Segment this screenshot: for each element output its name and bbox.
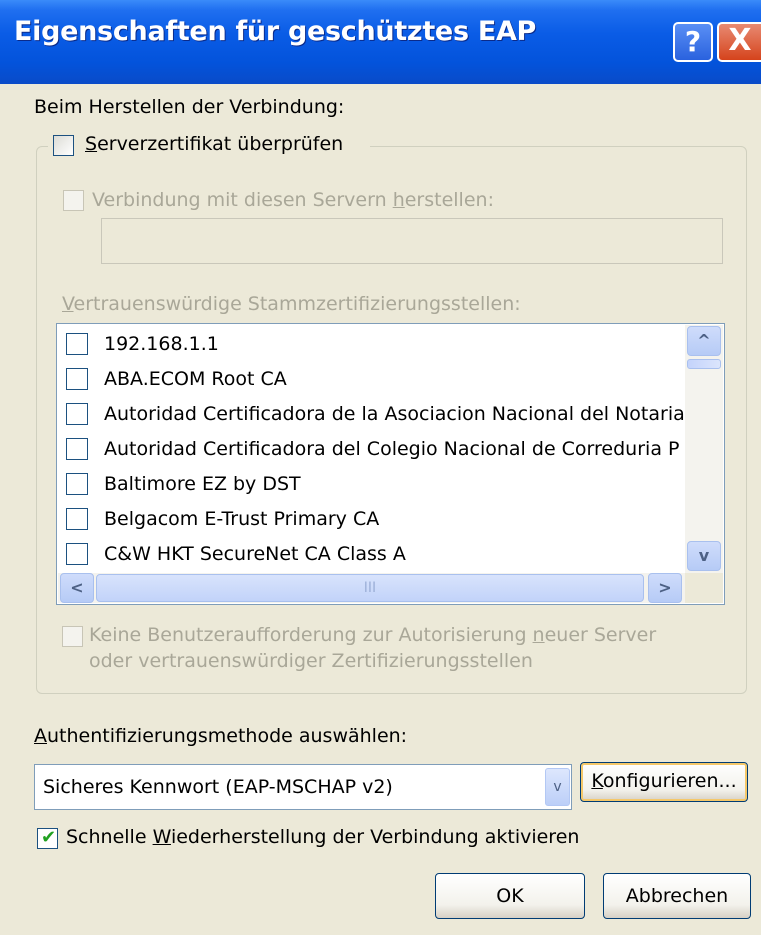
- chevron-down-icon: v: [553, 779, 562, 795]
- list-item-checkbox[interactable]: [66, 508, 88, 530]
- list-item[interactable]: Baltimore EZ by DST: [66, 469, 696, 501]
- fast-reconnect-label[interactable]: Schnelle Wiederherstellung der Verbindun…: [66, 826, 579, 848]
- window-title: Eigenschaften für geschütztes EAP: [14, 16, 537, 47]
- list-item[interactable]: 192.168.1.1: [66, 329, 696, 361]
- horizontal-scrollbar[interactable]: < III >: [58, 573, 685, 603]
- no-prompt-checkbox[interactable]: [62, 626, 83, 647]
- no-prompt-label-line2: oder vertrauenswürdiger Zertifizierungss…: [89, 650, 533, 672]
- list-item-checkbox[interactable]: [66, 368, 88, 390]
- fast-reconnect-checkbox[interactable]: ✔: [37, 827, 58, 849]
- horizontal-scroll-thumb[interactable]: III: [96, 574, 644, 602]
- cancel-button[interactable]: Abbrechen: [603, 873, 751, 919]
- connection-label: Beim Herstellen der Verbindung:: [34, 96, 345, 118]
- chevron-left-icon: <: [70, 578, 84, 597]
- checkmark-icon: ✔: [41, 827, 57, 848]
- list-item-checkbox[interactable]: [66, 438, 88, 460]
- connect-to-servers-label: Verbindung mit diesen Servern herstellen…: [92, 189, 494, 211]
- list-item-checkbox[interactable]: [66, 473, 88, 495]
- server-names-input[interactable]: [101, 218, 723, 264]
- no-prompt-label-line1: Keine Benutzeraufforderung zur Autorisie…: [89, 624, 657, 646]
- dropdown-button[interactable]: v: [545, 768, 570, 806]
- chevron-up-icon: ^: [697, 331, 711, 350]
- trusted-roots-label: Vertrauenswürdige Stammzertifizierungsst…: [62, 293, 521, 315]
- scroll-down-button[interactable]: v: [687, 541, 721, 571]
- connect-to-servers-checkbox[interactable]: [63, 190, 84, 211]
- scroll-right-button[interactable]: >: [648, 573, 682, 603]
- vertical-scrollbar[interactable]: ^ v: [685, 325, 723, 573]
- chevron-down-icon: v: [698, 546, 710, 565]
- list-item[interactable]: Belgacom E-Trust Primary CA: [66, 504, 696, 536]
- list-item-checkbox[interactable]: [66, 333, 88, 355]
- close-button[interactable]: X: [717, 22, 761, 62]
- vertical-scroll-thumb[interactable]: [687, 359, 721, 369]
- list-item[interactable]: Autoridad Certificadora de la Asociacion…: [66, 399, 696, 431]
- scroll-left-button[interactable]: <: [60, 573, 94, 603]
- verify-server-certificate-checkbox[interactable]: [53, 135, 74, 156]
- grip-icon: III: [363, 580, 377, 596]
- list-item[interactable]: Autoridad Certificadora del Colegio Naci…: [66, 434, 696, 466]
- scrollbar-corner: [685, 573, 723, 603]
- help-button[interactable]: ?: [673, 22, 713, 62]
- eap-properties-dialog: Eigenschaften für geschütztes EAP ? X Be…: [0, 0, 761, 935]
- list-item-checkbox[interactable]: [66, 403, 88, 425]
- verify-server-certificate-label[interactable]: Serverzertifikat überprüfen: [85, 133, 343, 155]
- trusted-roots-list[interactable]: 192.168.1.1 ABA.ECOM Root CA Autoridad C…: [56, 323, 725, 605]
- help-icon: ?: [684, 25, 702, 58]
- title-bar[interactable]: Eigenschaften für geschütztes EAP ? X: [0, 0, 761, 84]
- auth-method-value: Sicheres Kennwort (EAP-MSCHAP v2): [43, 776, 393, 798]
- ok-button[interactable]: OK: [435, 873, 585, 919]
- auth-method-label: Authentifizierungsmethode auswählen:: [34, 725, 408, 747]
- chevron-right-icon: >: [658, 578, 672, 597]
- list-item[interactable]: ABA.ECOM Root CA: [66, 364, 696, 396]
- configure-button[interactable]: Konfigurieren...: [580, 762, 748, 802]
- scroll-up-button[interactable]: ^: [687, 326, 721, 356]
- close-icon: X: [728, 23, 752, 58]
- list-item[interactable]: C&W HKT SecureNet CA Class A: [66, 539, 696, 571]
- list-item-checkbox[interactable]: [66, 543, 88, 565]
- auth-method-select[interactable]: Sicheres Kennwort (EAP-MSCHAP v2) v: [34, 764, 572, 810]
